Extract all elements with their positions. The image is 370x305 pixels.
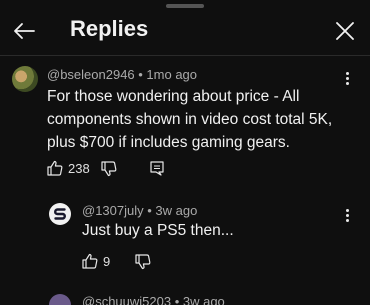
like-button[interactable]: 9 xyxy=(82,253,110,269)
close-icon xyxy=(336,22,354,40)
like-count: 238 xyxy=(68,160,90,176)
avatar[interactable] xyxy=(12,66,38,92)
more-vertical-icon xyxy=(345,208,349,212)
more-vertical-icon xyxy=(345,71,349,75)
arrow-left-icon xyxy=(14,23,35,39)
comment-text: For those wondering about price - All co… xyxy=(47,88,333,151)
comment-meta: @1307july • 3w ago xyxy=(82,203,198,218)
thumbs-down-icon xyxy=(135,254,151,270)
comment-text: Just buy a PS5 then... xyxy=(82,222,234,239)
thumbs-up-icon xyxy=(47,160,63,176)
back-button[interactable] xyxy=(10,19,38,43)
comment-meta: @bseleon2946 • 1mo ago xyxy=(47,67,198,82)
reply-button[interactable] xyxy=(150,161,164,176)
close-button[interactable] xyxy=(332,18,358,44)
header-divider xyxy=(0,55,370,56)
more-options-button[interactable] xyxy=(340,68,354,88)
avatar[interactable] xyxy=(49,294,71,305)
comment-meta: @schuuwi5203 • 3w ago xyxy=(82,294,225,305)
dislike-button[interactable] xyxy=(135,254,151,270)
like-button[interactable]: 238 xyxy=(47,160,90,176)
brand-logo-icon xyxy=(53,208,67,220)
page-title: Replies xyxy=(70,16,149,41)
header: Replies xyxy=(0,0,370,58)
thumbs-down-icon xyxy=(101,161,117,177)
avatar[interactable] xyxy=(49,203,71,225)
more-options-button[interactable] xyxy=(340,205,354,225)
comment-icon xyxy=(150,161,164,176)
thumbs-up-icon xyxy=(82,253,98,269)
like-count: 9 xyxy=(103,253,111,269)
dislike-button[interactable] xyxy=(101,161,117,177)
